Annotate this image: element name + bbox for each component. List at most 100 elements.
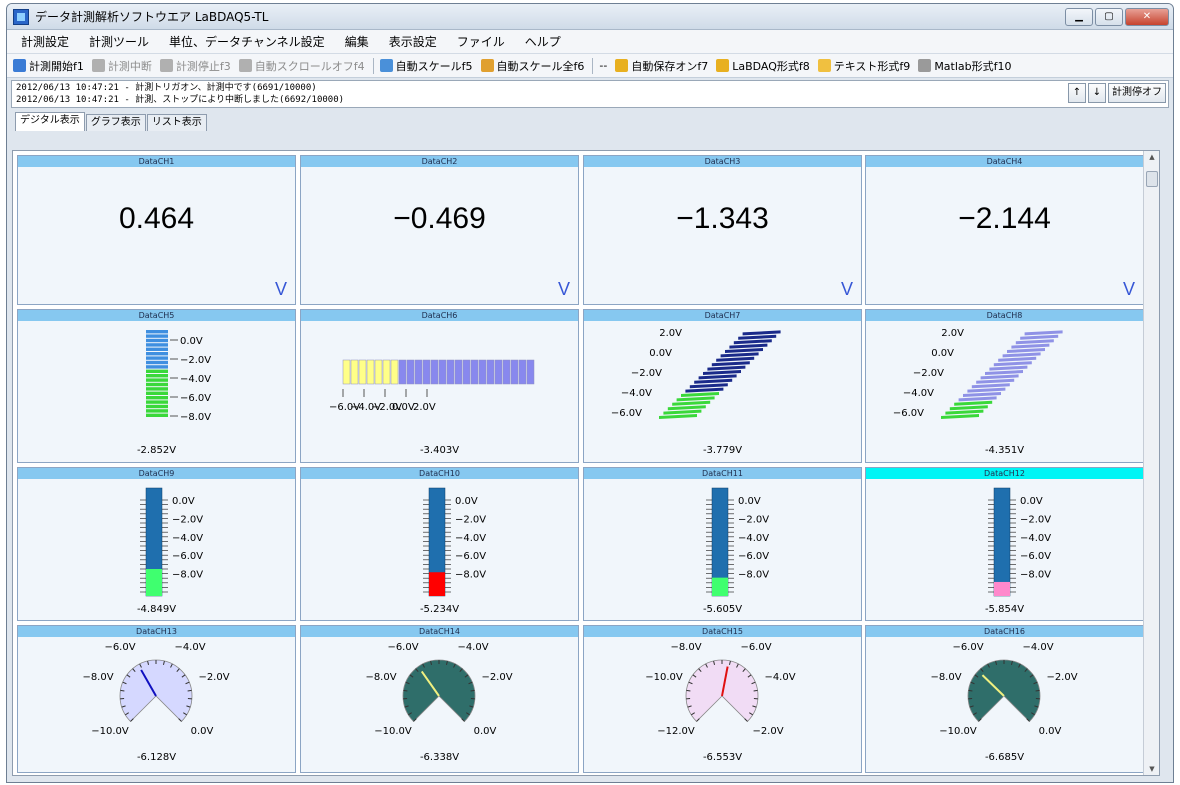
tick-label: 2.0V bbox=[413, 402, 436, 413]
bar-segment bbox=[390, 359, 399, 385]
toolbar-button[interactable]: -- bbox=[599, 59, 607, 72]
close-button[interactable]: ✕ bbox=[1125, 7, 1169, 26]
tab-graph[interactable]: グラフ表示 bbox=[85, 114, 146, 131]
toolbar-button[interactable]: 自動保存オンf7 bbox=[615, 58, 708, 74]
menu-measure-tools[interactable]: 計測ツール bbox=[89, 33, 149, 50]
channel-panel[interactable]: DataCH7 2.0V 0.0V −2.0V −4.0V −6.0V -3.779V bbox=[583, 309, 862, 463]
tick-label: −6.0V bbox=[1020, 551, 1051, 562]
log-line: 2012/06/13 10:47:21 - 計測、ストップにより中断しました(6… bbox=[16, 95, 345, 105]
scroll-thumb[interactable] bbox=[1146, 171, 1158, 187]
scroll-down-icon[interactable]: ▼ bbox=[1144, 765, 1160, 773]
channel-panel[interactable]: DataCH16 −6.0V −4.0V −8.0V −2.0V −10.0V 0.0V -6… bbox=[865, 625, 1144, 773]
gauge-label: −8.0V bbox=[82, 672, 113, 683]
toolbar-button[interactable]: 自動スケール全f6 bbox=[480, 58, 585, 74]
bar-segment bbox=[685, 387, 724, 393]
digital-value: −2.144 bbox=[958, 202, 1051, 235]
channel-header: DataCH7 bbox=[584, 310, 861, 321]
tick-label: −6.0V bbox=[180, 393, 211, 404]
menu-edit[interactable]: 編集 bbox=[345, 33, 369, 50]
gauge-meter: −8.0V −6.0V −10.0V −4.0V −12.0V −2.0V bbox=[645, 642, 795, 737]
tick-label: −2.0V bbox=[172, 514, 203, 525]
log-down-button[interactable]: ↓ bbox=[1088, 83, 1106, 103]
channel-panel[interactable]: DataCH4 −2.144 V bbox=[865, 155, 1144, 305]
scroll-up-icon[interactable]: ▲ bbox=[1144, 153, 1160, 161]
toolbar-button[interactable]: 計測停止f3 bbox=[159, 58, 231, 74]
channel-panel[interactable]: DataCH9 0.0V −2.0V −4.0V −6.0V −8.0V -4.849V bbox=[17, 467, 296, 621]
toolbar-button[interactable]: 自動スクロールオフf4 bbox=[238, 58, 365, 74]
channel-panel[interactable]: DataCH1 0.464 V bbox=[17, 155, 296, 305]
gauge-label: 0.0V bbox=[1039, 726, 1062, 737]
bar-segment bbox=[146, 396, 168, 400]
toolbar-button[interactable]: 自動スケールf5 bbox=[379, 58, 473, 74]
gauge-label: −10.0V bbox=[374, 726, 412, 737]
toolbar-button[interactable]: LaBDAQ形式f8 bbox=[716, 58, 810, 74]
digital-value: 0.464 bbox=[118, 202, 195, 235]
channel-readout: -6.338V bbox=[419, 752, 460, 763]
channel-panel[interactable]: DataCH3 −1.343 V bbox=[583, 155, 862, 305]
toolbar-button[interactable]: 計測開始f1 bbox=[13, 58, 84, 74]
bar-segment bbox=[976, 378, 1015, 384]
bar-segment bbox=[1011, 343, 1050, 349]
gauge-label: −2.0V bbox=[1046, 672, 1077, 683]
channel-panel[interactable]: DataCH2 −0.469 V bbox=[300, 155, 579, 305]
channel-panel[interactable]: DataCH6 −6.0V −4.0V −2.0V 0.0V 2.0V -3.403V bbox=[300, 309, 579, 463]
app-icon bbox=[13, 8, 29, 25]
toolbar-button[interactable]: Matlab形式f10 bbox=[918, 58, 1012, 74]
bar-segment bbox=[462, 359, 471, 385]
tick-label: −4.0V bbox=[903, 388, 934, 399]
bar-segment bbox=[681, 392, 719, 397]
bar-segment bbox=[146, 343, 168, 347]
menu-unit-channel-settings[interactable]: 単位、データチャンネル設定 bbox=[169, 33, 325, 50]
channel-readout: -4.849V bbox=[136, 604, 177, 615]
bar-segment bbox=[949, 405, 988, 411]
channel-panel[interactable]: DataCH15 −8.0V −6.0V −10.0V −4.0V −12.0V −2.0V… bbox=[583, 625, 862, 773]
log-line: 2012/06/13 10:47:21 - 計測トリガオン、計測中です(6691… bbox=[16, 83, 317, 93]
thermometer-meter: 0.0V −2.0V −4.0V −6.0V −8.0V bbox=[140, 487, 203, 597]
bar-segment bbox=[146, 352, 168, 356]
tick-label: −2.0V bbox=[1020, 514, 1051, 525]
channel-panel[interactable]: DataCH11 0.0V −2.0V −4.0V −6.0V −8.0V -5.605V bbox=[583, 467, 862, 621]
toolbar-button-label: 自動スケール全f6 bbox=[496, 59, 585, 73]
menu-display-settings[interactable]: 表示設定 bbox=[389, 33, 437, 50]
tab-digital[interactable]: デジタル表示 bbox=[15, 112, 85, 131]
channel-panel[interactable]: DataCH12 0.0V −2.0V −4.0V −6.0V −8.0V -5.854V bbox=[865, 467, 1144, 621]
bar-segment bbox=[430, 359, 439, 385]
tick-label: −2.0V bbox=[180, 355, 211, 366]
toolbar-button-label: 計測停止f3 bbox=[175, 59, 231, 73]
bar-segment bbox=[502, 359, 511, 385]
bar-segment bbox=[989, 365, 1028, 371]
channel-header: DataCH2 bbox=[301, 156, 578, 167]
bar-segment bbox=[478, 359, 487, 385]
gauge-label: −4.0V bbox=[457, 642, 488, 653]
measure-stop-off-button[interactable]: 計測停オフ bbox=[1108, 83, 1166, 103]
maximize-button[interactable]: ▢ bbox=[1095, 7, 1123, 26]
log-up-button[interactable]: ↑ bbox=[1068, 83, 1086, 103]
digital-unit: V bbox=[274, 279, 287, 299]
channel-panel[interactable]: DataCH5 0.0V −2.0V −4.0V −6.0V −8.0V -2.852V bbox=[17, 309, 296, 463]
channel-panel[interactable]: DataCH14 −6.0V −4.0V −8.0V −2.0V −10.0V 0.0V -6… bbox=[300, 625, 579, 773]
tick-label: 2.0V bbox=[941, 328, 964, 339]
tick-label: −4.0V bbox=[621, 388, 652, 399]
minimize-button[interactable]: ▁ bbox=[1065, 7, 1093, 26]
tab-list[interactable]: リスト表示 bbox=[146, 114, 207, 131]
gauge-face bbox=[119, 659, 193, 723]
channel-panel[interactable]: DataCH13 −6.0V −4.0V −8.0V −2.0V −10.0V 0.0V -6… bbox=[17, 625, 296, 773]
menu-file[interactable]: ファイル bbox=[457, 33, 505, 50]
tick-label: 2.0V bbox=[659, 328, 682, 339]
channel-readout: -2.852V bbox=[136, 445, 177, 456]
tick-label: −8.0V bbox=[1020, 570, 1051, 581]
menu-measure-settings[interactable]: 計測設定 bbox=[21, 33, 69, 50]
matlab-icon bbox=[918, 59, 932, 72]
tick-label: 0.0V bbox=[931, 348, 954, 359]
menu-help[interactable]: ヘルプ bbox=[525, 33, 561, 50]
vertical-scrollbar[interactable]: ▲ ▼ bbox=[1143, 151, 1159, 775]
channel-header: DataCH3 bbox=[584, 156, 861, 167]
channel-panel[interactable]: DataCH8 2.0V 0.0V −2.0V −4.0V −6.0V -4.351V bbox=[865, 309, 1144, 463]
bar-segment bbox=[985, 370, 1023, 375]
bar-segment bbox=[486, 359, 495, 385]
toolbar-button[interactable]: テキスト形式f9 bbox=[817, 58, 910, 74]
channel-panel[interactable]: DataCH10 0.0V −2.0V −4.0V −6.0V −8.0V -5.234V bbox=[300, 467, 579, 621]
toolbar-button[interactable]: 計測中断 bbox=[91, 58, 152, 74]
tick-mark bbox=[686, 689, 691, 692]
bar-segment bbox=[146, 400, 168, 404]
